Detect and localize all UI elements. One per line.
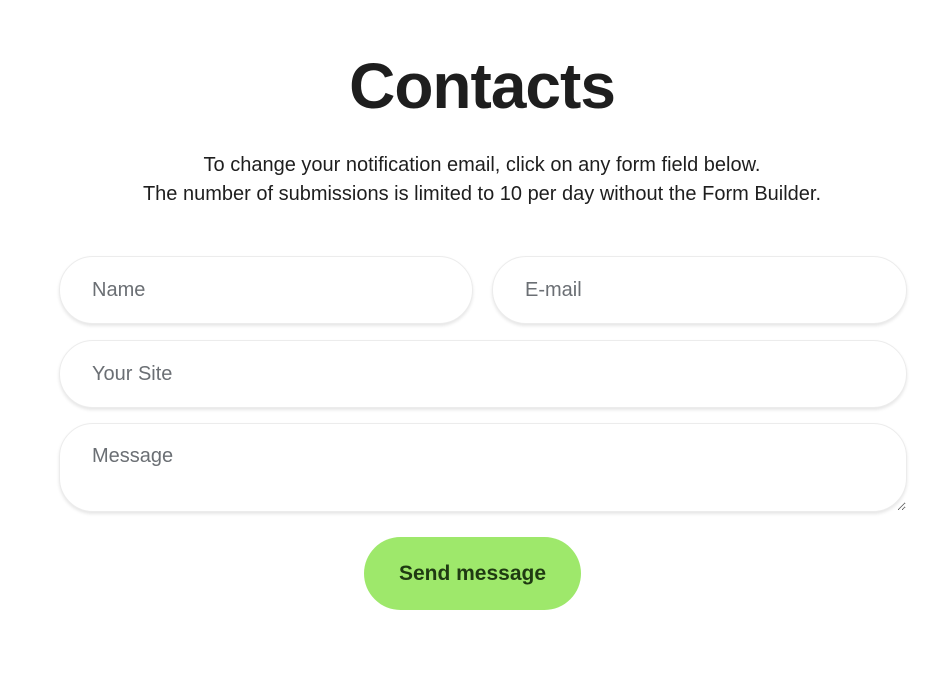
- website-input[interactable]: [59, 340, 907, 408]
- subtitle-line-submission-limit: The number of submissions is limited to …: [142, 183, 822, 205]
- subtitle-line-notification: To change your notification email, click…: [203, 154, 761, 176]
- send-message-button[interactable]: Send message: [364, 537, 581, 610]
- name-input[interactable]: [59, 256, 473, 324]
- message-textarea[interactable]: [59, 423, 907, 512]
- page-title: Contacts: [349, 50, 616, 122]
- email-input[interactable]: [492, 256, 907, 324]
- page-subtitle: To change your notification email, click…: [0, 151, 941, 209]
